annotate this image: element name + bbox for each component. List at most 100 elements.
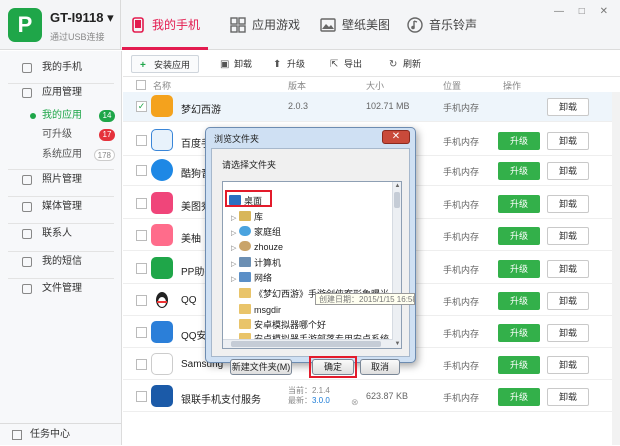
upgrade-row-button[interactable]: 升级 — [498, 132, 540, 150]
app-location: 手机内存 — [443, 103, 480, 113]
upgrade-row-button[interactable]: 升级 — [498, 388, 540, 406]
meitu-app-icon — [151, 192, 173, 214]
sidebar-item-contacts[interactable]: 联系人 — [0, 221, 121, 247]
tree-horizontal-scrollbar[interactable] — [223, 339, 393, 348]
table-row[interactable]: 银联手机支付服务 当前：2.1.4 最新：3.0.0 ⊗ 623.87 KB 手机… — [123, 382, 620, 412]
scroll-up-icon[interactable]: ▲ — [393, 182, 401, 190]
app-version: 当前：2.1.4 最新：3.0.0 — [288, 386, 330, 406]
row-checkbox[interactable] — [136, 391, 147, 402]
sidebar: 我的手机 应用管理 我的应用 14 可升级 17 系统应用 178 照片管理 媒体管理… — [0, 51, 122, 445]
expand-arrow-icon[interactable]: ▷ — [231, 273, 239, 287]
upgrade-button[interactable]: ⬆ 升级 — [273, 55, 305, 73]
expand-arrow-icon[interactable]: ▷ — [231, 227, 239, 241]
column-header-name[interactable]: 名称 — [153, 79, 171, 92]
delete-icon[interactable]: ⊗ — [351, 397, 359, 408]
row-checkbox[interactable] — [136, 198, 147, 209]
new-folder-button[interactable]: 新建文件夹(M) — [230, 359, 292, 375]
tab-apps-games[interactable]: 应用游戏 — [230, 0, 300, 50]
export-button[interactable]: ⇱ 导出 — [330, 55, 362, 73]
sidebar-item-sms[interactable]: 我的短信 — [0, 249, 121, 275]
qq-security-app-icon — [151, 321, 173, 343]
tree-node-homegroup[interactable]: ▷ 家庭组 — [231, 225, 281, 239]
uninstall-row-button[interactable]: 卸载 — [547, 292, 589, 310]
tab-wallpapers[interactable]: 壁纸美图 — [320, 0, 390, 50]
homegroup-icon — [239, 226, 251, 236]
tree-vertical-scrollbar[interactable]: ▲ ▼ — [392, 182, 401, 348]
sidebar-sub-upgradable[interactable]: 可升级 17 — [0, 124, 121, 146]
tree-node-network[interactable]: ▷ 网络 — [231, 271, 272, 285]
tree-node-folder[interactable]: msgdir — [239, 303, 281, 317]
row-checkbox[interactable] — [136, 359, 147, 370]
uninstall-row-button[interactable]: 卸载 — [547, 324, 589, 342]
row-checkbox[interactable]: ✓ — [136, 101, 147, 112]
install-app-button[interactable]: + 安装应用 — [131, 55, 200, 73]
app-version: 2.0.3 — [288, 101, 309, 111]
column-header-location[interactable]: 位置 — [443, 79, 461, 92]
uninstall-row-button[interactable]: 卸载 — [547, 98, 589, 116]
sidebar-item-media[interactable]: 媒体管理 — [0, 194, 121, 220]
sidebar-item-photos[interactable]: 照片管理 — [0, 167, 121, 193]
uninstall-button[interactable]: ▣ 卸载 — [220, 55, 252, 73]
menghuan-app-icon — [151, 95, 173, 117]
expand-arrow-icon[interactable]: ▷ — [231, 242, 239, 256]
scrollbar-thumb[interactable] — [231, 341, 381, 347]
upgrade-row-button[interactable]: 升级 — [498, 324, 540, 342]
uninstall-row-button[interactable]: 卸载 — [547, 132, 589, 150]
row-checkbox[interactable] — [136, 230, 147, 241]
tree-node-computer[interactable]: ▷ 计算机 — [231, 256, 281, 270]
upgrade-row-button[interactable]: 升级 — [498, 260, 540, 278]
row-checkbox[interactable] — [136, 263, 147, 274]
window-controls[interactable]: — □ ✕ — [554, 6, 614, 17]
upgrade-row-button[interactable]: 升级 — [498, 162, 540, 180]
row-checkbox[interactable] — [136, 165, 147, 176]
scrollbar-thumb[interactable] — [394, 192, 400, 208]
row-checkbox[interactable] — [136, 135, 147, 146]
app-name: 美柚 — [181, 234, 201, 245]
tree-node-libraries[interactable]: ▷ 库 — [231, 210, 263, 224]
sidebar-item-files[interactable]: 文件管理 — [0, 276, 121, 302]
tab-music-ringtones[interactable]: 音乐铃声 — [407, 0, 477, 50]
row-checkbox[interactable] — [136, 327, 147, 338]
uninstall-row-button[interactable]: 卸载 — [547, 260, 589, 278]
upgrade-row-button[interactable]: 升级 — [498, 292, 540, 310]
upgrade-row-button[interactable]: 升级 — [498, 356, 540, 374]
tree-node-folder[interactable]: 安卓模拟器哪个好 — [239, 318, 326, 332]
tab-my-phone[interactable]: 我的手机 — [121, 0, 209, 50]
refresh-icon: ↻ — [389, 59, 398, 70]
column-header-version[interactable]: 版本 — [288, 79, 306, 92]
sidebar-item-app-management[interactable]: 应用管理 — [0, 80, 121, 106]
expand-arrow-icon[interactable]: ▷ — [231, 212, 239, 226]
dialog-title: 浏览文件夹 — [214, 134, 260, 144]
latest-version-label: 最新： — [288, 396, 312, 405]
column-header-size[interactable]: 大小 — [366, 79, 384, 92]
column-header-action: 操作 — [503, 81, 522, 91]
sidebar-item-my-phone[interactable]: 我的手机 — [0, 55, 121, 81]
uninstall-row-button[interactable]: 卸载 — [547, 388, 589, 406]
photo-icon — [22, 175, 32, 185]
count-badge: 14 — [99, 110, 115, 122]
uninstall-row-button[interactable]: 卸载 — [547, 356, 589, 374]
upgrade-row-button[interactable]: 升级 — [498, 195, 540, 213]
uninstall-row-button[interactable]: 卸载 — [547, 227, 589, 245]
app-location: 手机内存 — [443, 297, 480, 307]
row-checkbox[interactable] — [136, 295, 147, 306]
samsung-galaxy-app-icon — [151, 353, 173, 375]
uninstall-row-button[interactable]: 卸载 — [547, 195, 589, 213]
current-version: 当前：2.1.4 — [288, 386, 330, 395]
device-name[interactable]: GT-I9118 ▾ — [50, 10, 114, 26]
table-row[interactable]: ✓ 梦幻西游 2.0.3 102.71 MB 手机内存 卸载 — [123, 92, 620, 122]
select-all-checkbox[interactable] — [136, 80, 146, 90]
refresh-button[interactable]: ↻ 刷新 — [389, 55, 421, 73]
computer-icon — [239, 257, 251, 267]
tree-node-user[interactable]: ▷ zhouze — [231, 240, 283, 254]
scroll-down-icon[interactable]: ▼ — [393, 340, 401, 348]
expand-arrow-icon[interactable]: ▷ — [231, 258, 239, 272]
uninstall-row-button[interactable]: 卸载 — [547, 162, 589, 180]
close-icon[interactable]: ✕ — [382, 130, 410, 144]
sidebar-sub-system-apps[interactable]: 系统应用 178 — [0, 144, 121, 166]
main-scrollbar[interactable] — [612, 92, 620, 445]
task-center-button[interactable]: 任务中心 — [0, 423, 121, 445]
upgrade-row-button[interactable]: 升级 — [498, 227, 540, 245]
cancel-button[interactable]: 取消 — [360, 359, 400, 375]
header-divider — [120, 0, 121, 50]
